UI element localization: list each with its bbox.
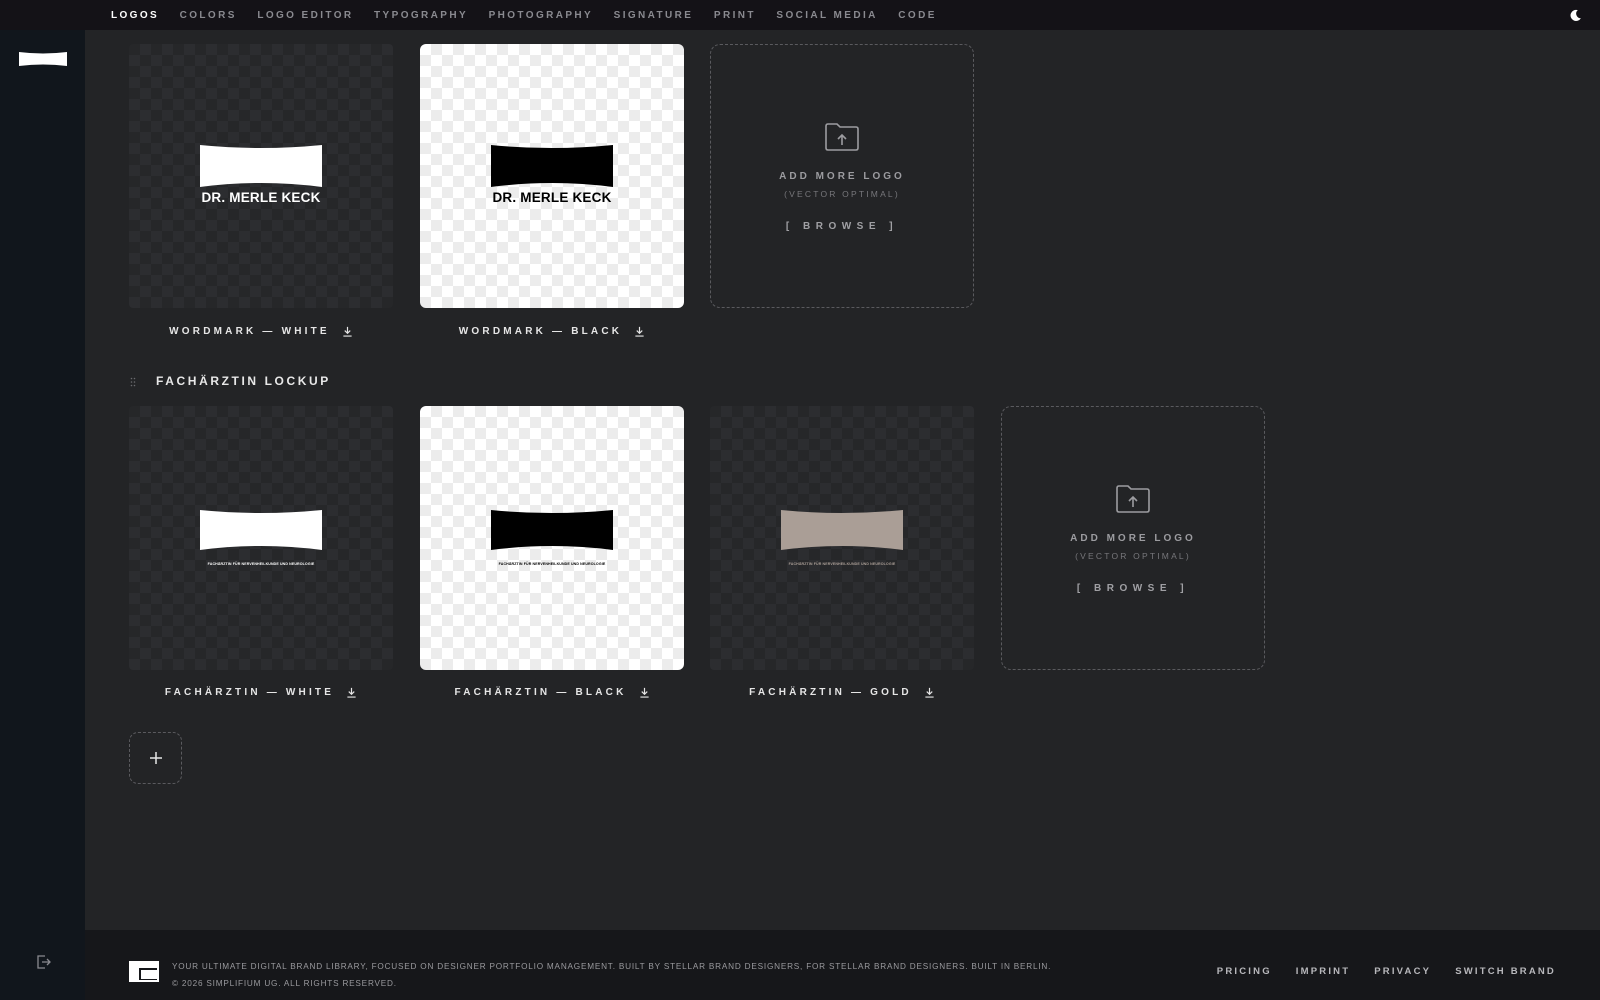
logo-caption: WORDMARK — BLACK [420,323,684,339]
logout-icon[interactable] [35,954,51,970]
footer-description: YOUR ULTIMATE DIGITAL BRAND LIBRARY, FOC… [172,962,1052,971]
tagline-text: FACHÄRZTIN FÜR NERVENHEILKUNDE UND NEURO… [498,562,606,566]
upload-subtitle: (VECTOR OPTIMAL) [1075,550,1191,561]
tab-photography[interactable]: PHOTOGRAPHY [489,10,594,21]
footer-link-switch-brand[interactable]: SWITCH BRAND [1455,966,1556,977]
download-icon[interactable] [342,326,353,337]
logo-card-facharztin-gold[interactable]: FACHÄRZTIN FÜR NERVENHEILKUNDE UND NEURO… [710,406,974,670]
group-title[interactable]: FACHÄRZTIN LOCKUP [156,374,331,388]
caption-label: WORDMARK — BLACK [458,325,623,337]
download-icon[interactable] [924,687,935,698]
folder-upload-icon [1116,484,1150,513]
caption-label: FACHÄRZTIN — WHITE [164,686,335,698]
logo-card-facharztin-white[interactable]: FACHÄRZTIN FÜR NERVENHEILKUNDE UND NEURO… [129,406,393,670]
tagline-text: FACHÄRZTIN FÜR NERVENHEILKUNDE UND NEURO… [207,562,315,566]
lockup-shape [491,510,613,550]
browse-button[interactable]: [ BROWSE ] [1077,583,1189,594]
tab-typography[interactable]: TYPOGRAPHY [374,10,468,21]
footer-logo-icon [129,961,159,982]
tab-code[interactable]: CODE [898,10,937,21]
main-content: DR. MERLE KECK WORDMARK — WHITE DR. MERL… [85,30,1600,930]
caption-label: FACHÄRZTIN — BLACK [454,686,627,698]
logo-caption: FACHÄRZTIN — GOLD [710,684,974,700]
drag-handle-icon[interactable] [130,377,136,387]
tab-logos[interactable]: LOGOS [111,10,159,21]
wordmark-shape [200,145,322,187]
upload-logo-dropzone[interactable]: ADD MORE LOGO (VECTOR OPTIMAL) [ BROWSE … [710,44,974,308]
nav-tabs: LOGOS COLORS LOGO EDITOR TYPOGRAPHY PHOT… [111,10,957,21]
tagline-text: FACHÄRZTIN FÜR NERVENHEILKUNDE UND NEURO… [788,562,896,566]
folder-upload-icon [825,122,859,151]
footer-copyright: © 2026 SIMPLIFIUM UG. ALL RIGHTS RESERVE… [172,979,397,988]
brand-mark-icon[interactable] [19,51,67,67]
logo-caption: WORDMARK — WHITE [129,323,393,339]
download-icon[interactable] [634,326,645,337]
tab-print[interactable]: PRINT [714,10,756,21]
wordmark-shape [491,145,613,187]
sidebar [0,30,85,1000]
tab-signature[interactable]: SIGNATURE [614,10,694,21]
logo-caption: FACHÄRZTIN — WHITE [129,684,393,700]
footer-link-privacy[interactable]: PRIVACY [1374,966,1431,977]
upload-subtitle: (VECTOR OPTIMAL) [784,188,900,199]
download-icon[interactable] [346,687,357,698]
upload-title: ADD MORE LOGO [779,170,905,182]
add-group-button[interactable] [129,732,182,784]
footer-text: YOUR ULTIMATE DIGITAL BRAND LIBRARY, FOC… [172,958,1051,992]
caption-label: WORDMARK — WHITE [169,325,330,337]
lockup-shape [781,510,903,550]
browse-button[interactable]: [ BROWSE ] [786,221,898,232]
lockup-shape [200,510,322,550]
footer-link-pricing[interactable]: PRICING [1217,966,1272,977]
tab-colors[interactable]: COLORS [180,10,237,21]
footer-link-imprint[interactable]: IMPRINT [1296,966,1350,977]
footer-links: PRICING IMPRINT PRIVACY SWITCH BRAND [1193,966,1556,977]
top-nav: LOGOS COLORS LOGO EDITOR TYPOGRAPHY PHOT… [0,0,1600,30]
plus-icon [149,752,162,764]
tab-social-media[interactable]: SOCIAL MEDIA [776,10,877,21]
caption-label: FACHÄRZTIN — GOLD [749,686,912,698]
logo-card-wordmark-white[interactable]: DR. MERLE KECK [129,44,393,308]
upload-logo-dropzone[interactable]: ADD MORE LOGO (VECTOR OPTIMAL) [ BROWSE … [1001,406,1265,670]
logo-card-wordmark-black[interactable]: DR. MERLE KECK [420,44,684,308]
download-icon[interactable] [639,687,650,698]
logo-caption: FACHÄRZTIN — BLACK [420,684,684,700]
wordmark-text: DR. MERLE KECK [492,190,612,205]
wordmark-text: DR. MERLE KECK [201,190,321,205]
logo-card-facharztin-black[interactable]: FACHÄRZTIN FÜR NERVENHEILKUNDE UND NEURO… [420,406,684,670]
tab-logo-editor[interactable]: LOGO EDITOR [257,10,353,21]
footer: YOUR ULTIMATE DIGITAL BRAND LIBRARY, FOC… [85,930,1600,1000]
upload-title: ADD MORE LOGO [1070,532,1196,544]
moon-icon[interactable] [1569,9,1582,22]
